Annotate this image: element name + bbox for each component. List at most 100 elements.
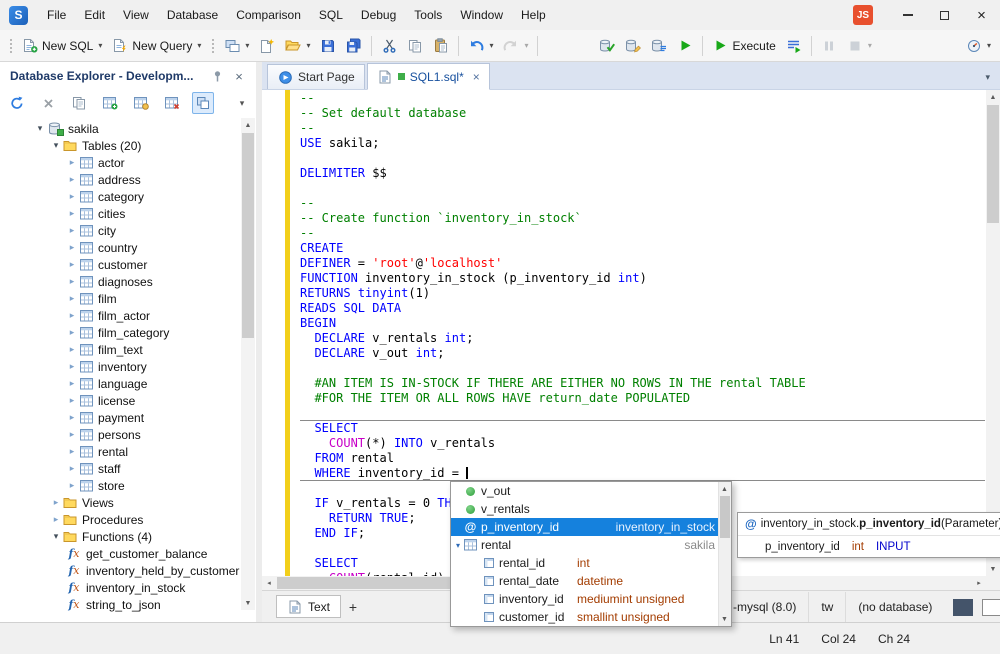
generate-script-button[interactable] xyxy=(646,34,672,58)
menu-help[interactable]: Help xyxy=(512,0,555,30)
dropdown-arrow-icon[interactable]: ▾ xyxy=(987,41,991,50)
tree-item-category[interactable]: ▸category xyxy=(0,188,240,205)
tree-item-functions-4[interactable]: ▾Functions (4) xyxy=(0,528,240,545)
expand-arrow-icon[interactable]: ▸ xyxy=(66,463,78,474)
compare-schema-button[interactable] xyxy=(620,34,646,58)
new-document-button[interactable] xyxy=(254,34,280,58)
connection-indicator[interactable]: -mysql (8.0) xyxy=(721,592,808,622)
menu-sql[interactable]: SQL xyxy=(310,0,352,30)
expand-arrow-icon[interactable]: ▸ xyxy=(50,497,62,508)
collapse-arrow-icon[interactable]: ▾ xyxy=(453,541,463,550)
save-button[interactable] xyxy=(315,34,341,58)
tree-item-language[interactable]: ▸language xyxy=(0,375,240,392)
tree-item-address[interactable]: ▸address xyxy=(0,171,240,188)
menu-debug[interactable]: Debug xyxy=(352,0,405,30)
tree-item-actor[interactable]: ▸actor xyxy=(0,154,240,171)
redo-button[interactable]: ▾ xyxy=(498,34,533,58)
tree-item-tables-20[interactable]: ▾Tables (20) xyxy=(0,137,240,154)
scroll-down-icon[interactable]: ▼ xyxy=(718,612,731,626)
scroll-up-icon[interactable]: ▲ xyxy=(241,118,255,132)
completion-item-v_rentals[interactable]: v_rentals xyxy=(451,500,731,518)
add-view-button[interactable]: + xyxy=(341,599,365,615)
duplicate-connection-button[interactable] xyxy=(68,92,90,114)
tree-item-get-customer-balance[interactable]: fxget_customer_balance xyxy=(0,545,240,562)
completion-item-customer_id[interactable]: customer_idsmallint unsigned xyxy=(451,608,731,626)
tree-item-procedures[interactable]: ▸Procedures xyxy=(0,511,240,528)
tree-item-license[interactable]: ▸license xyxy=(0,392,240,409)
expand-arrow-icon[interactable]: ▸ xyxy=(66,276,78,287)
panel-toolbar-options-icon[interactable]: ▾ xyxy=(234,98,250,109)
menu-tools[interactable]: Tools xyxy=(405,0,451,30)
edit-object-button[interactable] xyxy=(130,92,152,114)
tree-item-film[interactable]: ▸film xyxy=(0,290,240,307)
tree-item-sakila[interactable]: ▾sakila xyxy=(0,120,240,137)
tree-item-cities[interactable]: ▸cities xyxy=(0,205,240,222)
dropdown-arrow-icon[interactable]: ▾ xyxy=(489,41,493,50)
group-by-category-button[interactable] xyxy=(192,92,214,114)
paste-button[interactable] xyxy=(428,34,454,58)
expand-arrow-icon[interactable]: ▸ xyxy=(66,446,78,457)
menu-window[interactable]: Window xyxy=(451,0,512,30)
expand-arrow-icon[interactable]: ▸ xyxy=(66,225,78,236)
delete-object-button[interactable] xyxy=(161,92,183,114)
tree-item-views[interactable]: ▸Views xyxy=(0,494,240,511)
cut-button[interactable] xyxy=(376,34,402,58)
query-profiler-button[interactable]: ▾ xyxy=(961,34,996,58)
new-sql-button[interactable]: New SQL▾ xyxy=(17,34,107,58)
tree-item-film-text[interactable]: ▸film_text xyxy=(0,341,240,358)
editor-vscrollbar[interactable]: ▲ ▼ xyxy=(986,90,1000,576)
menu-file[interactable]: File xyxy=(38,0,75,30)
stop-button[interactable]: ▾ xyxy=(842,34,877,58)
expand-arrow-icon[interactable]: ▸ xyxy=(66,242,78,253)
undo-button[interactable]: ▾ xyxy=(463,34,498,58)
dropdown-arrow-icon[interactable]: ▾ xyxy=(197,41,201,50)
completion-item-rental[interactable]: ▾rentalsakila xyxy=(451,536,731,554)
tab-start-page[interactable]: Start Page xyxy=(267,64,365,89)
dropdown-arrow-icon[interactable]: ▾ xyxy=(306,41,310,50)
tree-item-film-actor[interactable]: ▸film_actor xyxy=(0,307,240,324)
tree-scrollbar-thumb[interactable] xyxy=(242,133,254,338)
expand-arrow-icon[interactable]: ▸ xyxy=(66,412,78,423)
menu-database[interactable]: Database xyxy=(158,0,227,30)
completion-item-inventory_id[interactable]: inventory_idmediumint unsigned xyxy=(451,590,731,608)
tree-item-country[interactable]: ▸country xyxy=(0,239,240,256)
vscrollbar-thumb[interactable] xyxy=(987,105,999,223)
tree-item-diagnoses[interactable]: ▸diagnoses xyxy=(0,273,240,290)
tree-item-persons[interactable]: ▸persons xyxy=(0,426,240,443)
tree-scrollbar[interactable]: ▲ ▼ xyxy=(241,118,255,610)
editor-view-toggle[interactable] xyxy=(953,599,973,616)
new-object-button[interactable] xyxy=(99,92,121,114)
scroll-left-icon[interactable]: ◂ xyxy=(262,576,276,590)
close-panel-button[interactable]: × xyxy=(228,66,250,86)
completion-item-rental_id[interactable]: rental_idint xyxy=(451,554,731,572)
close-button[interactable]: × xyxy=(963,0,1000,30)
scroll-right-icon[interactable]: ▸ xyxy=(972,576,986,590)
dropdown-arrow-icon[interactable]: ▾ xyxy=(524,41,528,50)
expand-arrow-icon[interactable]: ▸ xyxy=(66,395,78,406)
copy-button[interactable] xyxy=(402,34,428,58)
close-tab-icon[interactable]: × xyxy=(473,70,480,84)
expand-arrow-icon[interactable]: ▸ xyxy=(66,480,78,491)
tree-item-customer[interactable]: ▸customer xyxy=(0,256,240,273)
execute-button[interactable]: Execute xyxy=(707,34,780,58)
popup-scrollbar[interactable]: ▲ ▼ xyxy=(718,482,731,626)
expand-arrow-icon[interactable]: ▸ xyxy=(50,514,62,525)
expand-arrow-icon[interactable]: ▸ xyxy=(66,293,78,304)
tab-list-dropdown-icon[interactable]: ▾ xyxy=(985,72,990,83)
expand-arrow-icon[interactable]: ▸ xyxy=(66,429,78,440)
tree-item-inventory-held-by-customer[interactable]: fxinventory_held_by_customer xyxy=(0,562,240,579)
pin-panel-button[interactable] xyxy=(206,66,228,86)
database-indicator[interactable]: (no database) xyxy=(845,592,944,622)
dropdown-arrow-icon[interactable]: ▾ xyxy=(245,41,249,50)
scroll-down-icon[interactable]: ▼ xyxy=(241,596,255,610)
tree-item-film-category[interactable]: ▸film_category xyxy=(0,324,240,341)
expand-arrow-icon[interactable]: ▸ xyxy=(66,259,78,270)
completion-item-rental_date[interactable]: rental_datedatetime xyxy=(451,572,731,590)
expand-arrow-icon[interactable]: ▸ xyxy=(66,344,78,355)
collapse-arrow-icon[interactable]: ▾ xyxy=(34,123,46,134)
expand-arrow-icon[interactable]: ▸ xyxy=(66,310,78,321)
hscrollbar-thumb[interactable] xyxy=(277,577,459,589)
expand-arrow-icon[interactable]: ▸ xyxy=(66,361,78,372)
menu-view[interactable]: View xyxy=(114,0,158,30)
maximize-button[interactable] xyxy=(926,0,963,30)
